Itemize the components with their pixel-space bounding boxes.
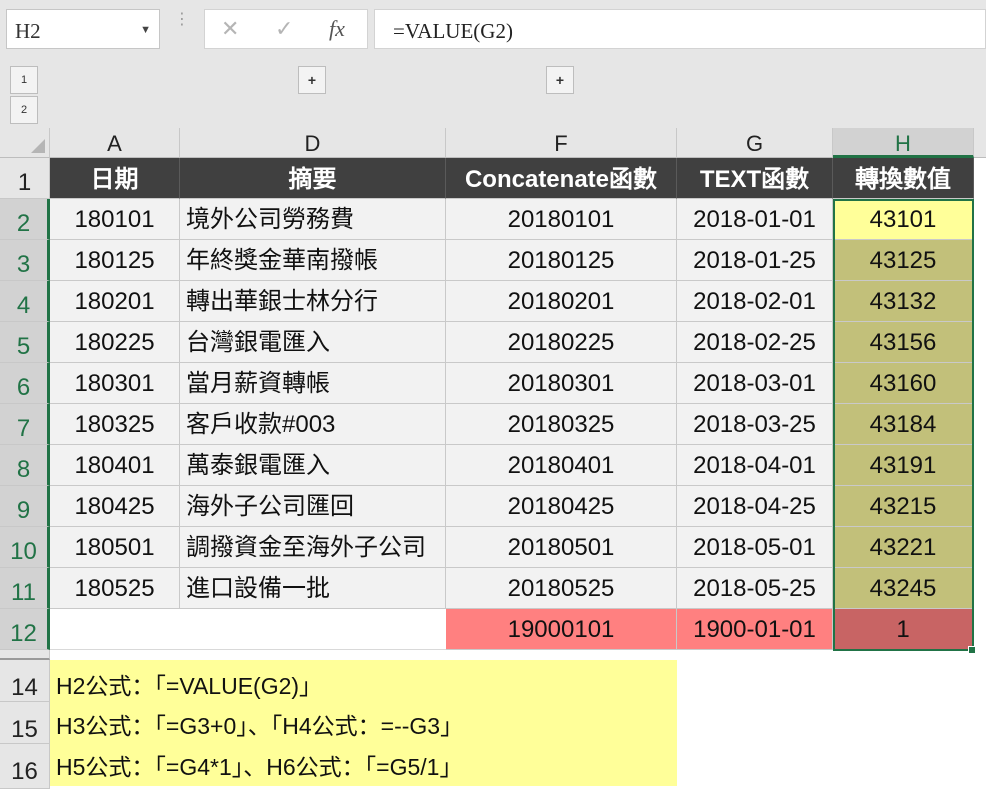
header-cell-text[interactable]: TEXT函數 bbox=[677, 158, 833, 199]
cell-f9[interactable]: 20180425 bbox=[446, 486, 677, 527]
column-header-g[interactable]: G bbox=[677, 128, 833, 158]
cell-d3[interactable]: 年終獎金華南撥帳 bbox=[180, 240, 446, 281]
header-cell-concatenate[interactable]: Concatenate函數 bbox=[446, 158, 677, 199]
cell-f8[interactable]: 20180401 bbox=[446, 445, 677, 486]
cell-a8[interactable]: 180401 bbox=[50, 445, 180, 486]
chevron-down-icon[interactable]: ▼ bbox=[140, 24, 151, 36]
row-header[interactable]: 6 bbox=[0, 363, 50, 404]
row-header[interactable]: 16 bbox=[0, 744, 50, 789]
fill-handle[interactable] bbox=[968, 646, 976, 654]
row-header[interactable]: 5 bbox=[0, 322, 50, 363]
row-header[interactable]: 2 bbox=[0, 199, 50, 240]
row-header[interactable]: 1 bbox=[0, 158, 50, 199]
cell-f5[interactable]: 20180225 bbox=[446, 322, 677, 363]
cell-a10[interactable]: 180501 bbox=[50, 527, 180, 568]
cell-f2[interactable]: 20180101 bbox=[446, 199, 677, 240]
cancel-icon[interactable]: ✕ bbox=[221, 16, 239, 42]
cell-g8[interactable]: 2018-04-01 bbox=[677, 445, 833, 486]
row-header[interactable]: 8 bbox=[0, 445, 50, 486]
insert-function-icon[interactable]: fx bbox=[329, 16, 345, 42]
hidden-row-marker bbox=[0, 650, 50, 660]
row-header[interactable]: 9 bbox=[0, 486, 50, 527]
cell-g3[interactable]: 2018-01-25 bbox=[677, 240, 833, 281]
row-header[interactable]: 3 bbox=[0, 240, 50, 281]
row-header[interactable]: 12 bbox=[0, 609, 50, 650]
formula-note[interactable]: H2公式：「=VALUE(G2)」 bbox=[50, 660, 677, 702]
cell-f10[interactable]: 20180501 bbox=[446, 527, 677, 568]
cell-f11[interactable]: 20180525 bbox=[446, 568, 677, 609]
column-header-filler bbox=[974, 128, 986, 158]
cell-g7[interactable]: 2018-03-25 bbox=[677, 404, 833, 445]
name-box[interactable]: H2 ▼ bbox=[6, 9, 160, 49]
cell-f12[interactable]: 19000101 bbox=[446, 609, 677, 650]
cell-d6[interactable]: 當月薪資轉帳 bbox=[180, 363, 446, 404]
name-box-value: H2 bbox=[15, 19, 41, 43]
drag-handle-icon[interactable]: ⋮ bbox=[174, 12, 190, 40]
cell-a4[interactable]: 180201 bbox=[50, 281, 180, 322]
cell-a6[interactable]: 180301 bbox=[50, 363, 180, 404]
cell-d10[interactable]: 調撥資金至海外子公司 bbox=[180, 527, 446, 568]
cell-g12[interactable]: 1900-01-01 bbox=[677, 609, 833, 650]
select-all-button[interactable] bbox=[0, 128, 50, 158]
cell-f7[interactable]: 20180325 bbox=[446, 404, 677, 445]
outline-level-1-button[interactable]: 1 bbox=[10, 66, 38, 94]
outline-level-2-button[interactable]: 2 bbox=[10, 96, 38, 124]
row-header[interactable]: 7 bbox=[0, 404, 50, 445]
cell-d5[interactable]: 台灣銀電匯入 bbox=[180, 322, 446, 363]
cell-d11[interactable]: 進口設備一批 bbox=[180, 568, 446, 609]
cell-g10[interactable]: 2018-05-01 bbox=[677, 527, 833, 568]
cell-d2[interactable]: 境外公司勞務費 bbox=[180, 199, 446, 240]
cell-a7[interactable]: 180325 bbox=[50, 404, 180, 445]
column-header-a[interactable]: A bbox=[50, 128, 180, 158]
cell-g2[interactable]: 2018-01-01 bbox=[677, 199, 833, 240]
header-cell-date[interactable]: 日期 bbox=[50, 158, 180, 199]
cell-g6[interactable]: 2018-03-01 bbox=[677, 363, 833, 404]
cell-f4[interactable]: 20180201 bbox=[446, 281, 677, 322]
cell-a12-empty[interactable] bbox=[50, 609, 446, 650]
header-cell-summary[interactable]: 摘要 bbox=[180, 158, 446, 199]
cell-f6[interactable]: 20180301 bbox=[446, 363, 677, 404]
expand-group-button[interactable]: + bbox=[298, 66, 326, 94]
formula-note[interactable]: H5公式：「=G4*1」、H6公式：「=G5/1」 bbox=[50, 744, 677, 786]
formula-buttons: ✕ ✓ fx bbox=[204, 9, 368, 49]
cell-d8[interactable]: 萬泰銀電匯入 bbox=[180, 445, 446, 486]
column-header-h[interactable]: H bbox=[833, 128, 974, 158]
cell-d4[interactable]: 轉出華銀士林分行 bbox=[180, 281, 446, 322]
cell-f3[interactable]: 20180125 bbox=[446, 240, 677, 281]
row-header[interactable]: 15 bbox=[0, 702, 50, 744]
column-header-d[interactable]: D bbox=[180, 128, 446, 158]
cell-a11[interactable]: 180525 bbox=[50, 568, 180, 609]
row-header[interactable]: 4 bbox=[0, 281, 50, 322]
expand-group-button[interactable]: + bbox=[546, 66, 574, 94]
cell-g9[interactable]: 2018-04-25 bbox=[677, 486, 833, 527]
cell-g11[interactable]: 2018-05-25 bbox=[677, 568, 833, 609]
cell-a5[interactable]: 180225 bbox=[50, 322, 180, 363]
header-cell-value[interactable]: 轉換數值 bbox=[833, 158, 974, 199]
row-header[interactable]: 10 bbox=[0, 527, 50, 568]
outline-area bbox=[0, 60, 986, 128]
row-header[interactable]: 11 bbox=[0, 568, 50, 609]
formula-input[interactable]: =VALUE(G2) bbox=[374, 9, 986, 49]
cell-a3[interactable]: 180125 bbox=[50, 240, 180, 281]
formula-note[interactable]: H3公式：「=G3+0」、「H4公式：=--G3」 bbox=[50, 702, 677, 744]
cell-g5[interactable]: 2018-02-25 bbox=[677, 322, 833, 363]
cell-a9[interactable]: 180425 bbox=[50, 486, 180, 527]
cell-d9[interactable]: 海外子公司匯回 bbox=[180, 486, 446, 527]
cell-d7[interactable]: 客戶收款#003 bbox=[180, 404, 446, 445]
row-header[interactable]: 14 bbox=[0, 660, 50, 702]
cell-g4[interactable]: 2018-02-01 bbox=[677, 281, 833, 322]
selection-border bbox=[833, 199, 974, 651]
cell-a2[interactable]: 180101 bbox=[50, 199, 180, 240]
column-header-f[interactable]: F bbox=[446, 128, 677, 158]
enter-icon[interactable]: ✓ bbox=[275, 16, 293, 42]
